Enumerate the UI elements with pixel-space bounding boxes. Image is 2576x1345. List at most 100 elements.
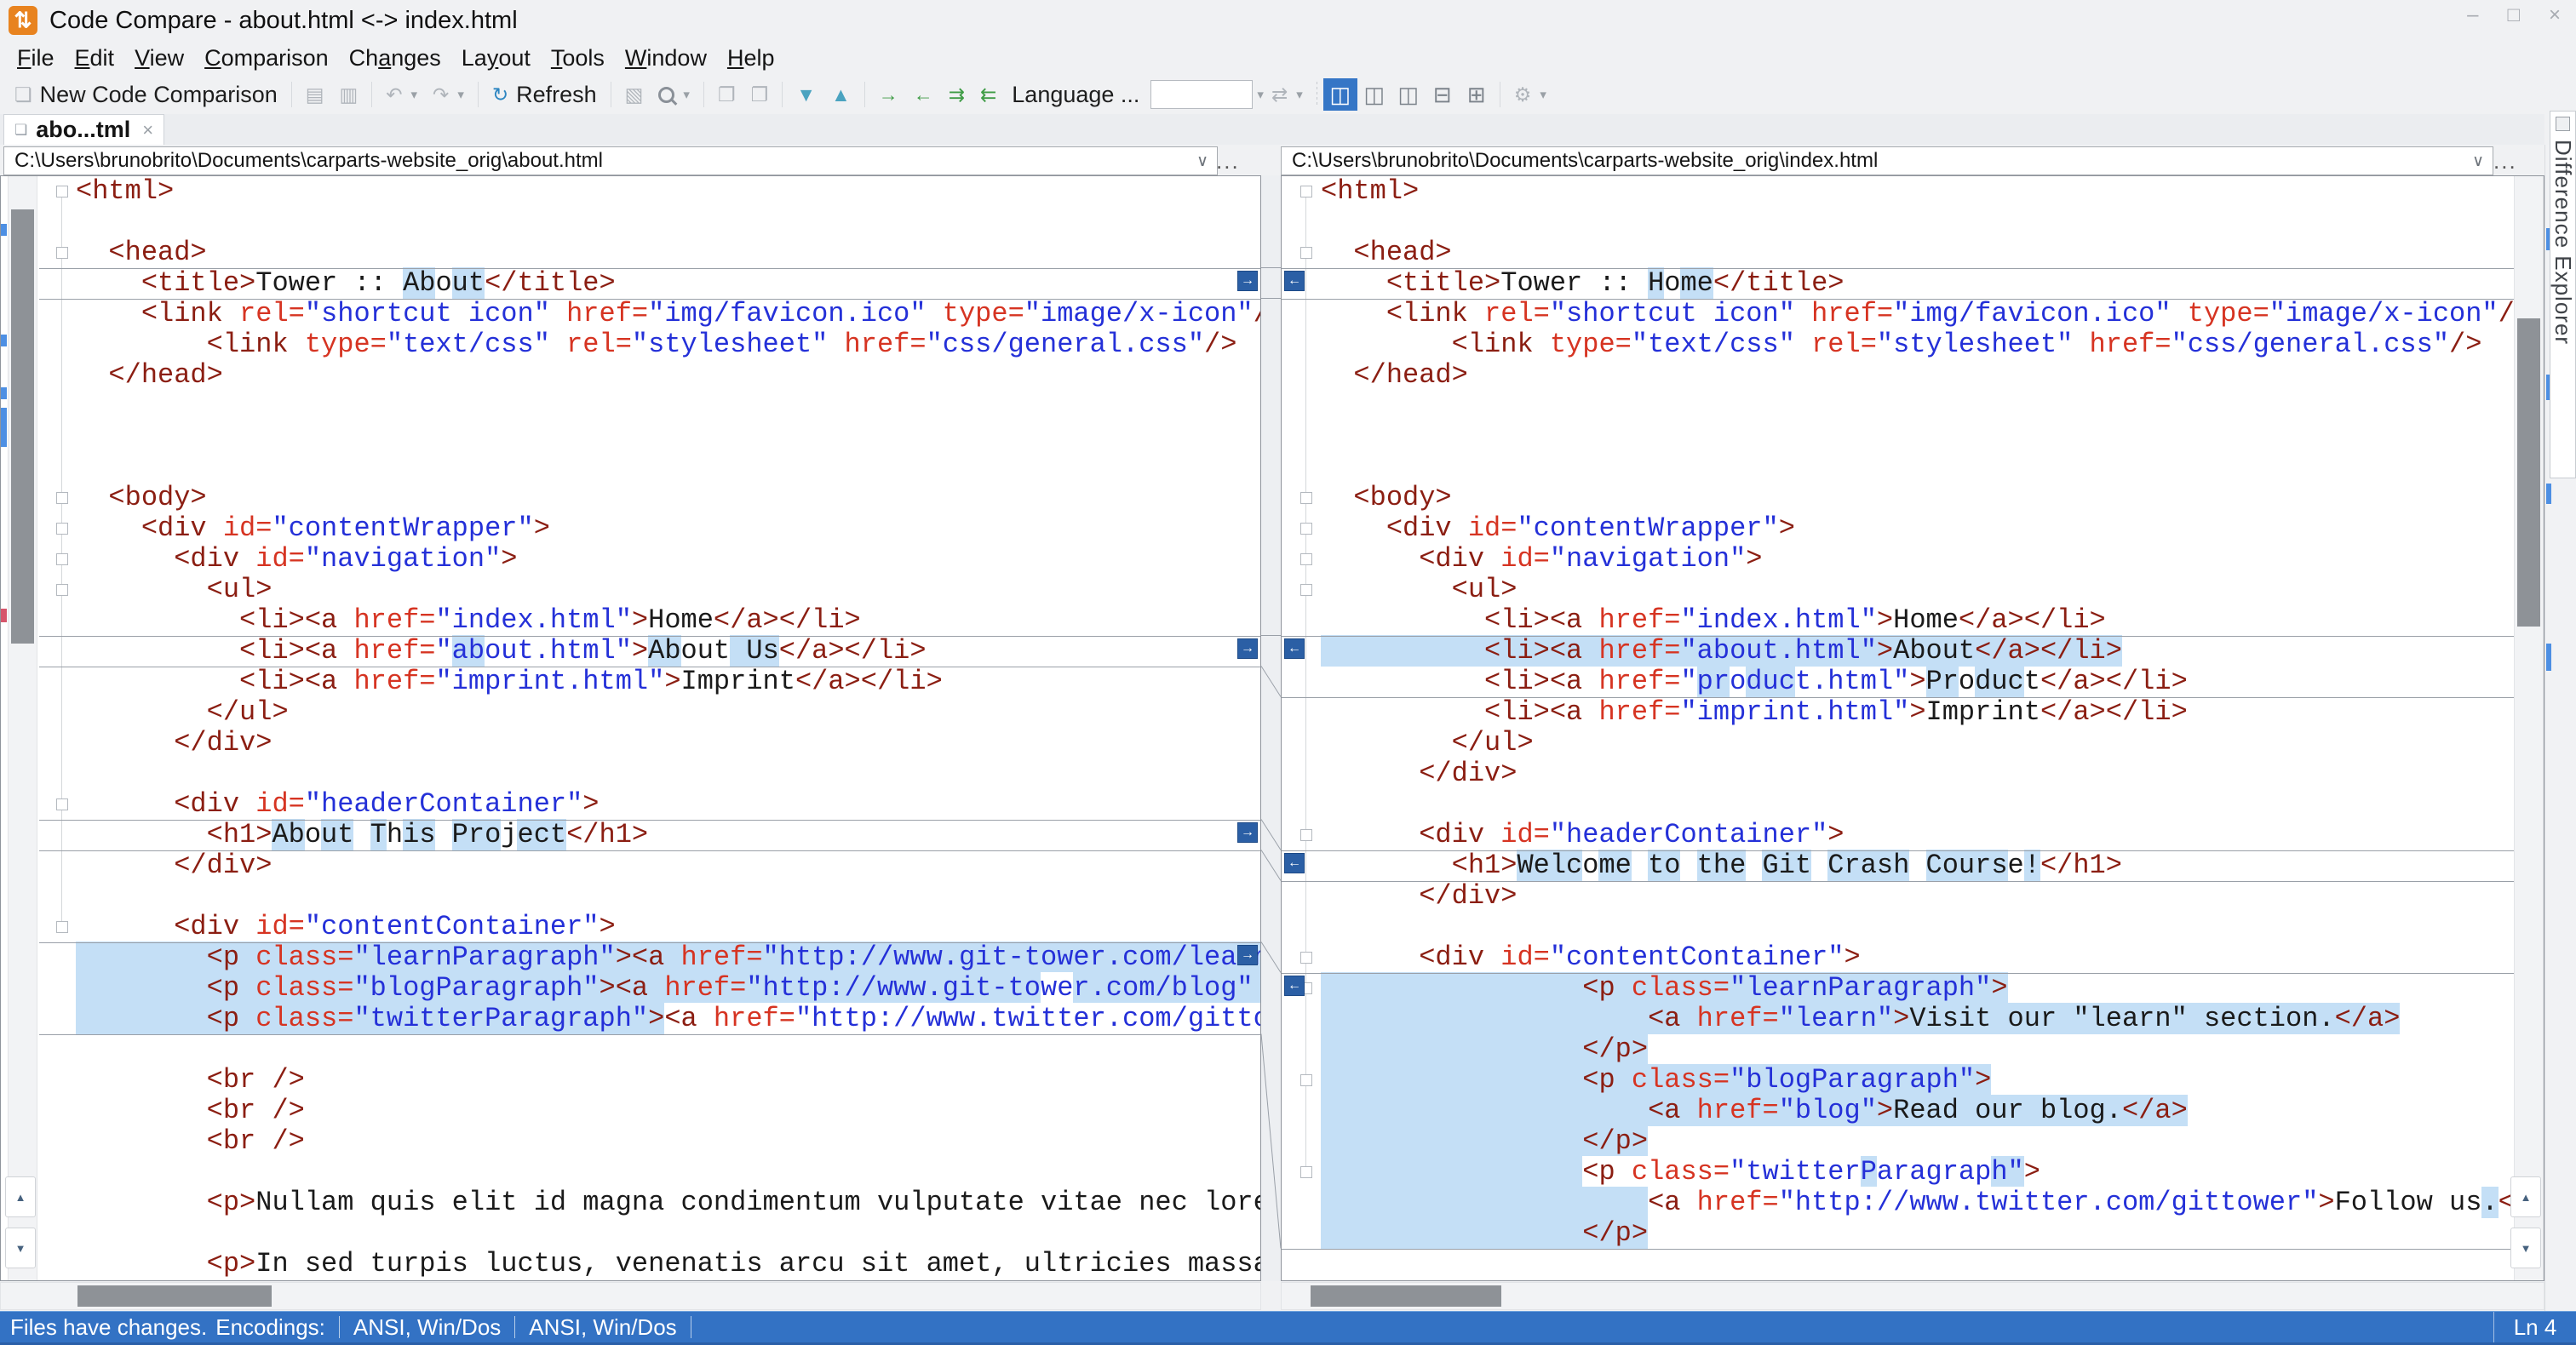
code-line[interactable]: </head> [1321,360,2513,391]
layout-left-pane-icon[interactable]: ◫ [1357,78,1391,111]
right-vscroll-thumb[interactable] [2517,318,2540,627]
code-line[interactable]: <title>Tower :: Home</title> [1321,267,2513,299]
fold-marker-icon[interactable] [1300,1074,1312,1086]
code-line[interactable]: <link rel="shortcut icon" href="img/favi… [76,299,1260,329]
right-code-editor[interactable]: <html> <head> <title>Tower :: Home</titl… [1321,176,2513,1280]
code-line[interactable] [76,758,1260,789]
code-line[interactable] [76,1218,1260,1249]
code-line[interactable]: <li><a href="index.html">Home</a></li> [76,605,1260,636]
code-line[interactable] [1321,1249,2513,1279]
apply-all-right-icon-button[interactable]: ⇉ [941,83,972,107]
menu-item-edit[interactable]: Edit [65,43,125,73]
layout-horizontal-panes-icon[interactable]: ⊟ [1426,78,1460,111]
code-line[interactable] [76,881,1260,912]
layout-right-pane-icon[interactable]: ◫ [1391,78,1426,111]
change-mark[interactable] [1,387,7,399]
fold-marker-icon[interactable] [1300,186,1312,197]
code-line[interactable]: <a href="learn">Visit our "learn" sectio… [1321,1003,2513,1034]
fold-marker-icon[interactable] [56,921,68,933]
change-mark[interactable] [1,224,7,236]
fold-marker-icon[interactable] [56,798,68,810]
save-all-icon-button[interactable]: ▥ [331,83,365,107]
code-line[interactable]: <html> [1321,176,2513,207]
merge-to-left-icon[interactable]: ← [1284,853,1305,873]
merge-to-right-icon[interactable]: → [1237,945,1258,965]
chevron-down-icon[interactable]: ∨ [2472,152,2484,171]
left-next-change-button[interactable]: ▼ [5,1228,36,1268]
editor-options-icon-button[interactable]: ⚙ ▾ [1506,83,1554,107]
code-line[interactable]: <div id="navigation"> [1321,544,2513,575]
code-line[interactable] [76,391,1260,421]
code-line[interactable] [76,207,1260,238]
code-line[interactable]: <link type="text/css" rel="stylesheet" h… [1321,329,2513,360]
code-line[interactable]: </p> [1321,1125,2513,1157]
code-line[interactable]: <link type="text/css" rel="stylesheet" h… [76,329,1260,360]
code-line[interactable]: <li><a href="product.html">Product</a></… [1321,666,2513,697]
difference-mark[interactable] [2546,644,2551,671]
left-file-path-combo[interactable]: C:\Users\brunobrito\Documents\carparts-w… [3,146,1218,175]
fold-marker-icon[interactable] [1300,247,1312,259]
code-line[interactable]: <head> [1321,238,2513,268]
fold-marker-icon[interactable] [1300,952,1312,964]
code-line[interactable]: <title>Tower :: About</title> [76,267,1260,299]
code-line[interactable]: <ul> [76,575,1260,605]
code-line[interactable] [1321,421,2513,452]
menu-item-changes[interactable]: Changes [339,43,451,73]
code-line[interactable] [1321,391,2513,421]
code-line[interactable] [76,1034,1260,1065]
right-vertical-scrollbar[interactable] [2514,176,2544,1280]
menu-item-comparison[interactable]: Comparison [194,43,339,73]
fold-marker-icon[interactable] [56,186,68,197]
fold-marker-icon[interactable] [1300,829,1312,841]
code-line[interactable]: </ul> [1321,728,2513,758]
code-line[interactable]: <div id="contentContainer"> [1321,942,2513,973]
copy-to-right-icon-button[interactable]: ❐ [743,83,777,107]
code-line[interactable] [1321,452,2513,483]
difference-mark[interactable] [2546,484,2551,504]
fold-marker-icon[interactable] [56,523,68,535]
maximize-button[interactable]: □ [2507,3,2520,27]
code-line[interactable]: <br /> [76,1096,1260,1126]
code-line[interactable]: <p>In sed turpis luctus, venenatis arcu … [76,1249,1260,1279]
code-line[interactable]: </div> [76,850,1260,881]
layout-grid-panes-icon[interactable]: ⊞ [1460,78,1494,111]
close-button[interactable]: × [2549,3,2561,27]
left-horizontal-scrollbar[interactable] [0,1282,1261,1310]
left-vscroll-thumb[interactable] [11,209,34,644]
copy-to-left-icon-button[interactable]: ❐ [710,83,743,107]
code-line[interactable]: <li><a href="imprint.html">Imprint</a></… [1321,697,2513,728]
merge-to-left-icon[interactable]: ← [1284,638,1305,659]
fold-marker-icon[interactable] [56,584,68,596]
code-line[interactable]: <ul> [1321,575,2513,605]
left-previous-change-button[interactable]: ▲ [5,1176,36,1217]
change-mark[interactable] [1,335,7,346]
undo-icon-button[interactable]: ↶ ▾ [378,83,425,107]
menu-item-layout[interactable]: Layout [451,43,541,73]
merge-to-right-icon[interactable]: → [1237,638,1258,659]
code-line[interactable]: <div id="contentWrapper"> [1321,513,2513,544]
code-line[interactable]: <div id="headerContainer"> [1321,820,2513,850]
code-line[interactable]: <p class="blogParagraph"> [1321,1064,2513,1096]
swap-panes-icon-button[interactable]: ⇄ ▾ [1264,83,1311,107]
code-line[interactable]: <p>Nullam quis elit id magna condimentum… [76,1188,1260,1218]
code-line[interactable]: <h1>About This Project</h1> [76,819,1260,850]
code-line[interactable]: <p class="twitterParagraph"> [1321,1156,2513,1188]
menu-item-file[interactable]: File [7,43,65,73]
code-line[interactable] [1321,789,2513,820]
code-line[interactable]: <head> [76,238,1260,268]
fold-marker-icon[interactable] [56,553,68,565]
code-line[interactable]: <body> [1321,483,2513,513]
code-line[interactable]: </p> [1321,1033,2513,1065]
right-file-path-combo[interactable]: C:\Users\brunobrito\Documents\carparts-w… [1281,146,2493,175]
code-line[interactable]: <p class="twitterParagraph"><a href="htt… [76,1003,1260,1034]
next-difference-icon-button[interactable]: ▼ [789,83,823,107]
pane-splitter[interactable] [1261,175,1281,1281]
refresh-button[interactable]: ↻ Refresh [485,79,605,111]
find-icon-button[interactable]: ▾ [651,84,697,106]
code-line[interactable]: <a href="blog">Read our blog.</a> [1321,1095,2513,1126]
code-line[interactable] [76,452,1260,483]
code-line[interactable]: </div> [76,728,1260,758]
fold-marker-icon[interactable] [1300,523,1312,535]
right-horizontal-scrollbar[interactable] [1281,1282,2544,1310]
previous-difference-icon-button[interactable]: ▲ [823,83,858,107]
